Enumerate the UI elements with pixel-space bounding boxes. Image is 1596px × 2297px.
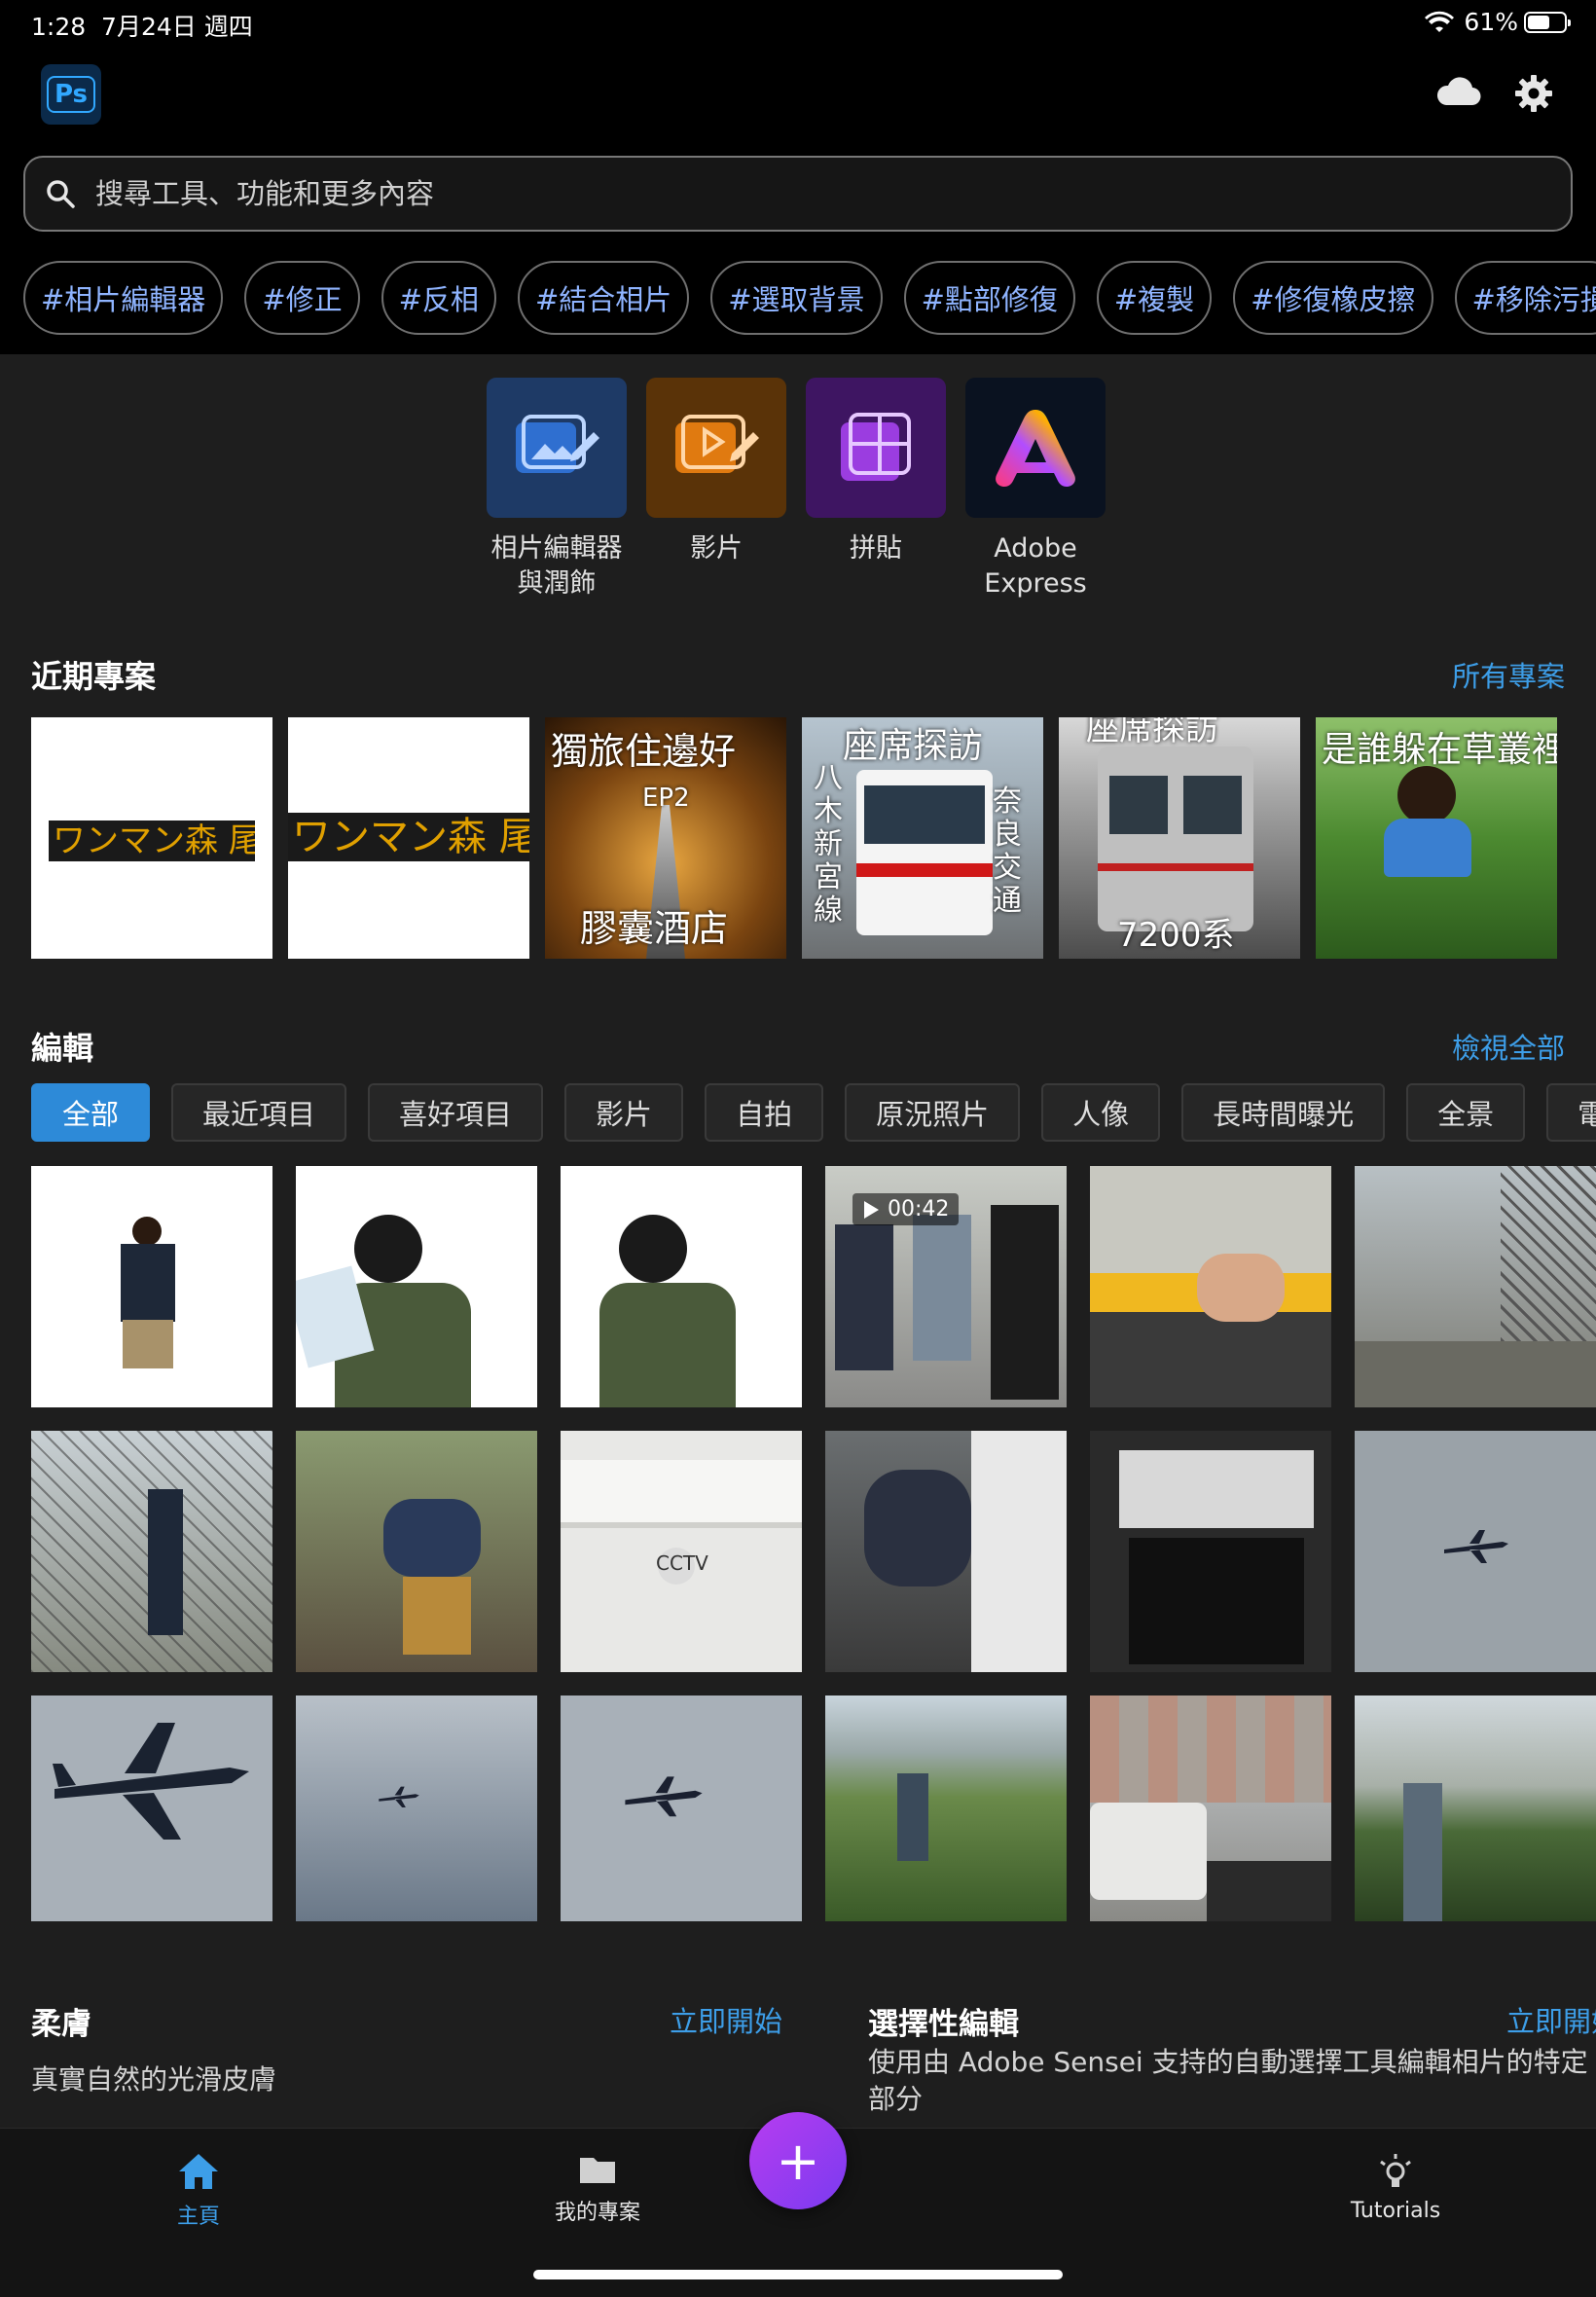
chip-healing-eraser[interactable]: #修復橡皮擦 — [1233, 261, 1433, 335]
folder-icon — [580, 2158, 615, 2183]
cloud-icon[interactable] — [1434, 76, 1481, 107]
play-icon — [864, 1200, 879, 1219]
card-soft-skin-desc: 真實自然的光滑皮膚 — [31, 2063, 277, 2096]
photo-thumbnail[interactable] — [1355, 1431, 1596, 1672]
status-time: 1:28 — [31, 13, 87, 41]
airplane-icon — [379, 1786, 419, 1808]
tab-my-projects[interactable]: 我的專案 — [500, 2152, 695, 2226]
photo-thumbnail[interactable] — [31, 1695, 272, 1921]
adobe-express-icon — [965, 378, 1106, 518]
search-bar[interactable] — [23, 156, 1573, 232]
photo-thumbnail[interactable] — [1090, 1695, 1331, 1921]
recent-projects-title: 近期專案 — [31, 658, 157, 695]
card-selective-edit-start[interactable]: 立即開始 — [1506, 1999, 1596, 2040]
card-soft-skin-title: 柔膚 — [31, 2007, 91, 2042]
chip-combine-photos[interactable]: #結合相片 — [517, 261, 690, 335]
project-thumbnail[interactable]: ワンマン森 尾 — [31, 717, 272, 959]
top-bar: 1:28 7月24日 週四 61% Ps #相片編輯器 #修正 #反相 #結合相… — [0, 0, 1596, 354]
chip-fix[interactable]: #修正 — [244, 261, 360, 335]
status-bar: 1:28 7月24日 週四 61% — [0, 0, 1596, 49]
project-thumbnail[interactable]: ワンマン森 尾 — [288, 717, 529, 959]
photo-thumbnail[interactable] — [1090, 1166, 1331, 1407]
card-selective-edit-title: 選擇性編輯 — [868, 2007, 1019, 2042]
home-icon — [179, 2154, 218, 2189]
search-icon — [47, 180, 75, 208]
app-adobe-express-label: Adobe Express — [984, 533, 1087, 599]
airplane-icon — [625, 1776, 703, 1817]
photoshop-logo[interactable]: Ps — [41, 64, 101, 125]
search-input[interactable] — [95, 177, 1458, 210]
filter-portrait[interactable]: 人像 — [1041, 1083, 1161, 1142]
video-thumbnail[interactable]: 00:42 — [825, 1166, 1067, 1407]
filter-videos[interactable]: 影片 — [564, 1083, 684, 1142]
filter-cinematic[interactable]: 電影 — [1546, 1083, 1596, 1142]
gear-icon[interactable] — [1514, 74, 1553, 113]
cctv-label: CCTV — [656, 1551, 708, 1575]
tag-chips: #相片編輯器 #修正 #反相 #結合相片 #選取背景 #點部修復 #複製 #修復… — [23, 261, 1596, 335]
recent-projects-list: ワンマン森 尾 ワンマン森 尾 獨旅住邊好 EP2 膠囊酒店 座席探訪 八木新宮… — [31, 717, 1557, 959]
app-video-label: 影片 — [690, 533, 743, 564]
photo-thumbnail[interactable] — [561, 1695, 802, 1921]
app-tiles: 相片編輯器 與潤飾 影片 拼貼 Adobe Express — [487, 378, 1106, 602]
chip-photo-editor[interactable]: #相片編輯器 — [23, 261, 224, 335]
photo-thumbnail[interactable] — [1355, 1695, 1596, 1921]
battery-icon — [1524, 12, 1571, 33]
card-soft-skin-start[interactable]: 立即開始 — [670, 1999, 782, 2040]
photo-thumbnail[interactable] — [825, 1431, 1067, 1672]
photo-grid: 00:42 CCTV — [31, 1166, 1596, 1921]
card-selective-edit-desc: 使用由 Adobe Sensei 支持的自動選擇工具編輯相片的特定部分 — [868, 2046, 1588, 2115]
app-collage[interactable]: 拼貼 — [806, 378, 946, 602]
filter-recent[interactable]: 最近項目 — [171, 1083, 347, 1142]
airplane-icon — [1444, 1530, 1508, 1563]
airplane-icon — [53, 1723, 249, 1840]
video-duration-badge: 00:42 — [852, 1193, 960, 1225]
photo-thumbnail[interactable] — [561, 1166, 802, 1407]
photo-thumbnail[interactable] — [1355, 1166, 1596, 1407]
photo-thumbnail[interactable] — [1090, 1431, 1331, 1672]
filter-panorama[interactable]: 全景 — [1406, 1083, 1526, 1142]
photo-thumbnail[interactable] — [825, 1695, 1067, 1921]
project-thumbnail[interactable]: 座席探訪 7200系 — [1059, 717, 1300, 959]
photo-thumbnail[interactable] — [31, 1431, 272, 1672]
edits-title: 編輯 — [31, 1030, 94, 1067]
all-projects-link[interactable]: 所有專案 — [1452, 654, 1565, 695]
filter-selfies[interactable]: 自拍 — [705, 1083, 824, 1142]
chip-select-background[interactable]: #選取背景 — [710, 261, 883, 335]
battery-percent: 61% — [1464, 8, 1518, 36]
wifi-icon — [1425, 11, 1455, 32]
project-thumbnail[interactable]: 是誰躲在草叢裡 — [1316, 717, 1557, 959]
app-photo-editor-label: 相片編輯器 與潤飾 — [490, 533, 623, 599]
home-indicator — [533, 2270, 1063, 2279]
video-edit-icon — [646, 378, 786, 518]
tab-tutorials[interactable]: Tutorials — [1298, 2152, 1493, 2223]
view-all-link[interactable]: 檢視全部 — [1452, 1026, 1565, 1067]
photo-thumbnail[interactable]: CCTV — [561, 1431, 802, 1672]
filter-all[interactable]: 全部 — [31, 1083, 151, 1142]
filter-favorites[interactable]: 喜好項目 — [368, 1083, 544, 1142]
edit-filters: 全部 最近項目 喜好項目 影片 自拍 原況照片 人像 長時間曝光 全景 電影 — [31, 1083, 1596, 1142]
photo-thumbnail[interactable] — [31, 1166, 272, 1407]
chip-clone[interactable]: #複製 — [1096, 261, 1213, 335]
chip-remove-blemish[interactable]: #移除污損 — [1454, 261, 1596, 335]
chip-invert[interactable]: #反相 — [381, 261, 496, 335]
photo-thumbnail[interactable] — [296, 1431, 537, 1672]
project-thumbnail[interactable]: 獨旅住邊好 EP2 膠囊酒店 — [545, 717, 786, 959]
create-new-button[interactable]: + — [749, 2112, 847, 2209]
project-thumbnail[interactable]: 座席探訪 八木新宮線 奈良交通 — [802, 717, 1043, 959]
lightbulb-icon — [1380, 2154, 1411, 2187]
collage-icon — [806, 378, 946, 518]
status-date: 7月24日 週四 — [101, 13, 253, 41]
photo-thumbnail[interactable] — [296, 1695, 537, 1921]
app-adobe-express[interactable]: Adobe Express — [965, 378, 1106, 602]
filter-live-photos[interactable]: 原況照片 — [845, 1083, 1021, 1142]
app-photo-editor[interactable]: 相片編輯器 與潤飾 — [487, 378, 627, 602]
app-video[interactable]: 影片 — [646, 378, 786, 602]
photo-edit-icon — [487, 378, 627, 518]
chip-spot-heal[interactable]: #點部修復 — [903, 261, 1075, 335]
app-collage-label: 拼貼 — [850, 533, 902, 564]
filter-long-exposure[interactable]: 長時間曝光 — [1181, 1083, 1386, 1142]
photo-thumbnail[interactable] — [296, 1166, 537, 1407]
tab-home[interactable]: 主頁 — [101, 2152, 296, 2230]
